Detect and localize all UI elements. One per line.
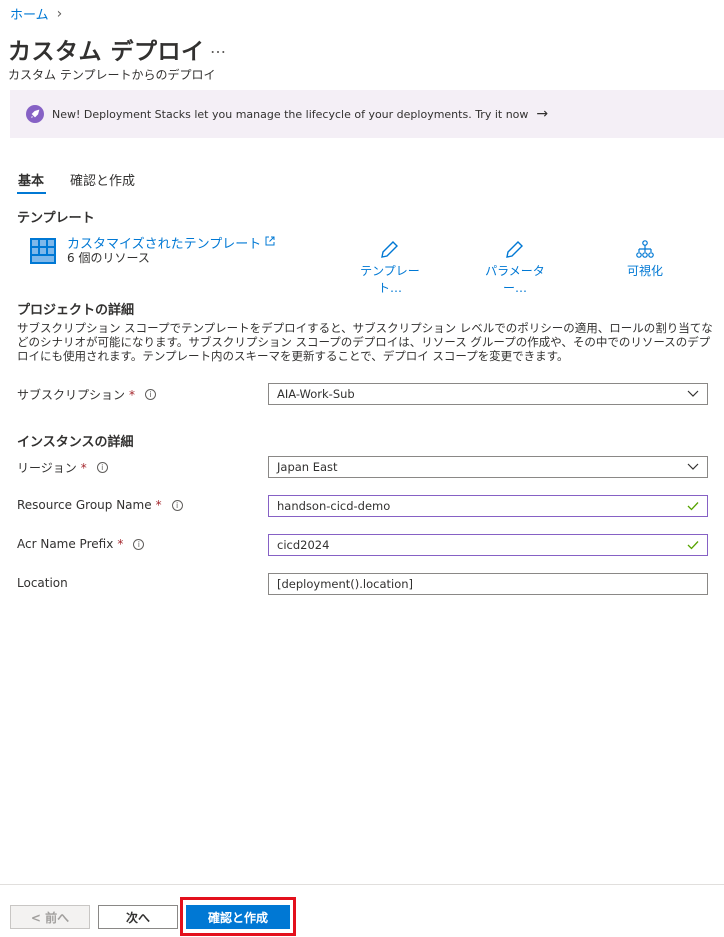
chevron-down-icon [687,460,699,477]
acr-name-prefix-label: Acr Name Prefix * i [17,537,145,551]
external-link-icon [265,235,275,250]
instance-details-heading: インスタンスの詳細 [17,435,134,450]
deployment-stacks-banner[interactable]: New! Deployment Stacks let you manage th… [10,90,724,138]
location-input[interactable]: [deployment().location] [268,573,708,595]
arrow-right-icon[interactable]: → [536,106,548,122]
edit-template-label: テンプレート… [360,264,420,295]
subscription-label-text: サブスクリプション [17,388,126,402]
project-details-heading: プロジェクトの詳細 [17,303,135,318]
chevron-right-icon: › [56,5,63,22]
breadcrumb: ホーム › [10,4,63,24]
resource-group-input[interactable]: handson-cicd-demo [268,495,708,517]
region-label-text: リージョン [17,461,77,475]
breadcrumb-home-link[interactable]: ホーム [10,4,49,23]
acr-name-prefix-label-text: Acr Name Prefix [17,537,114,551]
check-icon [687,538,699,555]
info-icon[interactable]: i [171,499,183,511]
edit-parameters-label: パラメーター… [485,264,545,295]
page-subtitle: カスタム テンプレートからのデプロイ [8,68,216,82]
visualize-button[interactable]: 可視化 [616,240,674,279]
required-marker: * [155,498,162,512]
subscription-label: サブスクリプション * i [17,386,157,403]
next-button[interactable]: 次へ [98,905,178,929]
acr-name-prefix-input[interactable]: cicd2024 [268,534,708,556]
info-icon[interactable]: i [133,538,145,550]
active-tab-indicator [17,192,46,194]
tab-review-create[interactable]: 確認と作成 [70,170,135,189]
footer-divider [0,884,724,885]
required-marker: * [129,387,136,402]
tab-basics[interactable]: 基本 [18,170,44,189]
region-label: リージョン * i [17,459,108,476]
pencil-icon [350,240,430,260]
previous-button[interactable]: < 前へ [10,905,90,929]
required-marker: * [80,460,87,475]
project-description: サブスクリプション スコープでテンプレートをデプロイすると、サブスクリプション … [17,321,713,363]
region-value: Japan East [277,460,338,474]
location-value: [deployment().location] [277,577,414,591]
template-heading: テンプレート [17,211,95,226]
review-create-button[interactable]: 確認と作成 [186,905,290,929]
banner-text: New! Deployment Stacks let you manage th… [52,107,529,121]
resource-group-value: handson-cicd-demo [277,499,391,513]
location-label-text: Location [17,576,68,590]
resource-count: 6 個のリソース [67,251,150,265]
rocket-icon [26,105,44,123]
resource-group-label-text: Resource Group Name [17,498,152,512]
acr-name-prefix-value: cicd2024 [277,538,330,552]
edit-parameters-button[interactable]: パラメーター… [474,240,556,296]
required-marker: * [117,537,124,551]
hierarchy-icon [616,240,674,260]
more-options-icon[interactable]: … [210,38,226,57]
edit-template-button[interactable]: テンプレート… [350,240,430,296]
page-title: カスタム デプロイ [8,39,205,65]
info-icon[interactable]: i [96,462,108,473]
region-dropdown[interactable]: Japan East [268,456,708,478]
subscription-value: AIA-Work-Sub [277,387,355,401]
chevron-down-icon [687,387,699,404]
info-icon[interactable]: i [145,389,157,400]
pencil-icon [474,240,556,260]
template-grid-icon [30,238,56,264]
location-label: Location [17,576,68,590]
visualize-label: 可視化 [626,264,663,278]
check-icon [687,499,699,516]
resource-group-label: Resource Group Name * i [17,498,183,512]
subscription-dropdown[interactable]: AIA-Work-Sub [268,383,708,405]
